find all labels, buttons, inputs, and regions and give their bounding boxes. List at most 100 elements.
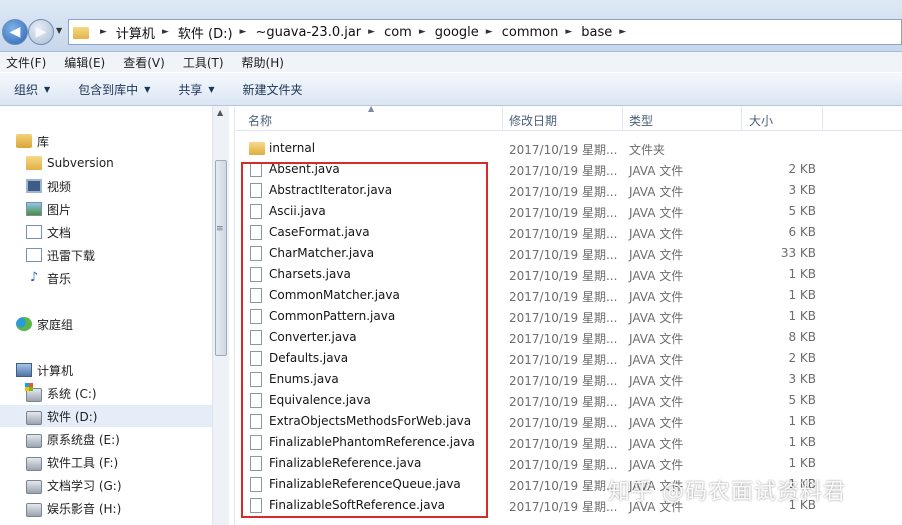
scroll-up-arrow-icon[interactable]: ▲ <box>217 108 223 117</box>
nav-pictures[interactable]: 图片 <box>26 198 238 220</box>
share-button[interactable]: 共享 ▼ <box>178 81 214 98</box>
file-name: FinalizableReferenceQueue.java <box>269 477 461 491</box>
nav-drive-e[interactable]: 原系统盘 (E:) <box>26 428 238 450</box>
back-button[interactable]: ◀ <box>2 19 28 45</box>
file-name: FinalizablePhantomReference.java <box>269 435 475 449</box>
command-bar: 组织 ▼ 包含到库中 ▼ 共享 ▼ 新建文件夹 <box>0 72 902 106</box>
breadcrumb-item[interactable]: google ► <box>435 25 502 40</box>
file-type: JAVA 文件 <box>629 290 684 304</box>
java-file-icon <box>250 309 262 324</box>
new-folder-button[interactable]: 新建文件夹 <box>243 81 303 98</box>
library-icon <box>16 134 32 148</box>
address-bar: ◀ ▶ ▼ ► 计算机 ► 软件 (D:) ► ~guava-23.0.jar ► c… <box>0 0 902 52</box>
file-row[interactable]: Equivalence.java 2017/10/19 星期... JAVA 文件 5… <box>236 390 902 411</box>
chevron-right-icon[interactable]: ► <box>162 27 169 37</box>
pane-splitter[interactable] <box>229 106 235 525</box>
breadcrumb-item[interactable]: 软件 (D:) ► <box>178 23 256 42</box>
file-row[interactable]: Defaults.java 2017/10/19 星期... JAVA 文件 2 KB <box>236 348 902 369</box>
file-date: 2017/10/19 星期... <box>509 374 618 388</box>
scrollbar-thumb[interactable] <box>215 160 227 356</box>
column-name[interactable]: 名称 <box>248 112 272 129</box>
column-divider[interactable] <box>741 106 742 131</box>
file-date: 2017/10/19 星期... <box>509 458 618 472</box>
file-size: 1 KB <box>788 456 816 470</box>
file-size: 2 KB <box>788 162 816 176</box>
include-in-library-button[interactable]: 包含到库中 ▼ <box>78 81 150 98</box>
file-row[interactable]: FinalizablePhantomReference.java 2017/10/… <box>236 432 902 453</box>
breadcrumb-item[interactable]: com ► <box>384 25 435 40</box>
nav-libraries[interactable]: 库 <box>16 130 228 152</box>
chevron-right-icon[interactable]: ► <box>486 27 493 37</box>
nav-documents[interactable]: 文档 <box>26 221 238 243</box>
java-file-icon <box>250 204 262 219</box>
music-note-icon: ♪ <box>29 270 39 285</box>
breadcrumb-item[interactable]: common ► <box>502 25 582 40</box>
nav-homegroup[interactable]: 家庭组 <box>16 313 228 335</box>
menu-view[interactable]: 查看(V) <box>123 54 165 71</box>
chevron-right-icon[interactable]: ► <box>100 27 107 37</box>
file-date: 2017/10/19 星期... <box>509 290 618 304</box>
column-date-modified[interactable]: 修改日期 <box>509 112 557 129</box>
nav-thunder-downloads[interactable]: 迅雷下载 <box>26 244 238 266</box>
nav-drive-d[interactable]: 软件 (D:) <box>0 405 212 427</box>
chevron-right-icon[interactable]: ► <box>565 27 572 37</box>
menu-help[interactable]: 帮助(H) <box>242 54 284 71</box>
file-date: 2017/10/19 星期... <box>509 185 618 199</box>
column-divider[interactable] <box>502 106 503 131</box>
nav-drive-g[interactable]: 文档学习 (G:) <box>26 474 238 496</box>
navigation-scrollbar[interactable]: ▲ ≡ <box>212 106 229 525</box>
organize-button[interactable]: 组织 ▼ <box>14 81 50 98</box>
file-type: JAVA 文件 <box>629 248 684 262</box>
file-row[interactable]: Charsets.java 2017/10/19 星期... JAVA 文件 1 KB <box>236 264 902 285</box>
forward-button[interactable]: ▶ <box>28 19 54 45</box>
file-row[interactable]: Ascii.java 2017/10/19 星期... JAVA 文件 5 KB <box>236 201 902 222</box>
nav-music[interactable]: ♪ 音乐 <box>26 267 238 289</box>
nav-drive-c[interactable]: 系统 (C:) <box>25 382 238 404</box>
folder-row[interactable]: internal 2017/10/19 星期... 文件夹 <box>236 138 902 159</box>
navigation-pane: 库 Subversion 视频 图片 文档 迅雷下载 ♪ 音乐 家庭组 计算机 系… <box>0 106 228 525</box>
file-row[interactable]: Enums.java 2017/10/19 星期... JAVA 文件 3 KB <box>236 369 902 390</box>
file-type: JAVA 文件 <box>629 332 684 346</box>
nav-drive-f[interactable]: 软件工具 (F:) <box>26 451 238 473</box>
folder-icon <box>26 156 42 170</box>
file-row[interactable]: ExtraObjectsMethodsForWeb.java 2017/10/19… <box>236 411 902 432</box>
file-date: 2017/10/19 星期... <box>509 353 618 367</box>
file-row[interactable]: Absent.java 2017/10/19 星期... JAVA 文件 2 KB <box>236 159 902 180</box>
document-icon <box>26 225 42 239</box>
chevron-right-icon[interactable]: ► <box>368 27 375 37</box>
file-size: 1 KB <box>788 414 816 428</box>
chevron-right-icon[interactable]: ► <box>419 27 426 37</box>
file-name: Absent.java <box>269 162 340 176</box>
file-type: JAVA 文件 <box>629 206 684 220</box>
column-size[interactable]: 大小 <box>749 112 773 129</box>
file-row[interactable]: Converter.java 2017/10/19 星期... JAVA 文件 8 K… <box>236 327 902 348</box>
breadcrumb-item[interactable]: 计算机 ► <box>116 23 178 42</box>
nav-videos[interactable]: 视频 <box>26 175 238 197</box>
file-row[interactable]: CommonMatcher.java 2017/10/19 星期... JAVA 文… <box>236 285 902 306</box>
menu-edit[interactable]: 编辑(E) <box>64 54 105 71</box>
recent-pages-dropdown-icon[interactable]: ▼ <box>56 26 62 35</box>
file-row[interactable]: CharMatcher.java 2017/10/19 星期... JAVA 文件 3… <box>236 243 902 264</box>
file-row[interactable]: AbstractIterator.java 2017/10/19 星期... JAV… <box>236 180 902 201</box>
file-row[interactable]: CaseFormat.java 2017/10/19 星期... JAVA 文件 6 … <box>236 222 902 243</box>
column-header: ▲ 名称 修改日期 类型 大小 <box>236 104 902 131</box>
column-divider[interactable] <box>622 106 623 131</box>
nav-subversion[interactable]: Subversion <box>26 152 238 174</box>
column-divider[interactable] <box>822 106 823 131</box>
file-size: 3 KB <box>788 372 816 386</box>
file-row[interactable]: CommonPattern.java 2017/10/19 星期... JAVA 文… <box>236 306 902 327</box>
breadcrumb-item[interactable]: ~guava-23.0.jar ► <box>255 25 384 40</box>
menu-tools[interactable]: 工具(T) <box>183 54 224 71</box>
chevron-right-icon[interactable]: ► <box>240 27 247 37</box>
file-row[interactable]: FinalizableReference.java 2017/10/19 星期..… <box>236 453 902 474</box>
nav-drive-h[interactable]: 娱乐影音 (H:) <box>26 497 238 519</box>
column-type[interactable]: 类型 <box>629 112 653 129</box>
menu-file[interactable]: 文件(F) <box>6 54 46 71</box>
chevron-right-icon[interactable]: ► <box>619 27 626 37</box>
drive-icon <box>26 456 42 471</box>
breadcrumb-item[interactable]: base ► <box>581 25 635 40</box>
breadcrumb[interactable]: ► 计算机 ► 软件 (D:) ► ~guava-23.0.jar ► com ► go… <box>68 19 902 45</box>
nav-computer[interactable]: 计算机 <box>16 359 228 381</box>
file-date: 2017/10/19 星期... <box>509 269 618 283</box>
file-type: JAVA 文件 <box>629 416 684 430</box>
